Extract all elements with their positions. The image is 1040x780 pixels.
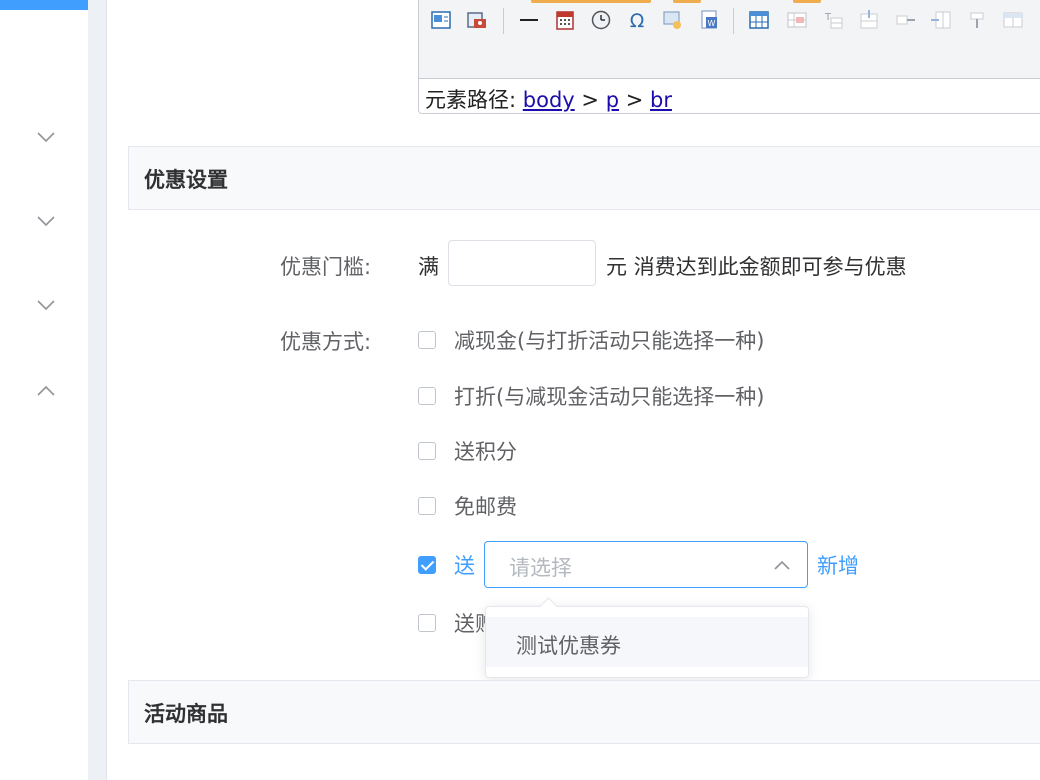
select-placeholder: 请选择 <box>509 556 572 580</box>
checkbox[interactable] <box>418 331 436 349</box>
threshold-amount-input[interactable] <box>448 240 596 286</box>
dropdown-option[interactable]: 测试优惠券 <box>486 617 808 667</box>
editor-toolbar: Ω W T <box>419 0 1040 79</box>
calendar-icon[interactable] <box>553 8 577 32</box>
svg-text:W: W <box>708 19 716 28</box>
table-icon[interactable] <box>747 8 771 32</box>
option-label: 减现金(与打折活动只能选择一种) <box>454 329 765 353</box>
add-new-link[interactable]: 新增 <box>817 550 859 580</box>
image-icon[interactable] <box>429 8 453 32</box>
dropdown-option-label: 测试优惠券 <box>516 634 621 658</box>
special-char-omega-icon[interactable]: Ω <box>625 8 649 32</box>
delete-row-icon[interactable] <box>893 8 917 32</box>
threshold-hint: 元 消费达到此金额即可参与优惠 <box>606 255 907 279</box>
option-label: 送 <box>454 554 475 578</box>
section-title: 活动商品 <box>144 702 228 726</box>
path-item-br[interactable]: br <box>650 88 672 112</box>
horizontal-rule-icon[interactable] <box>517 8 541 32</box>
option-give-coupon[interactable]: 送 <box>418 550 475 580</box>
threshold-prefix: 满 <box>418 255 439 279</box>
delete-column-icon[interactable] <box>965 8 989 32</box>
checkbox[interactable] <box>418 442 436 460</box>
chevron-down-icon[interactable] <box>36 130 56 144</box>
option-free-shipping[interactable]: 免邮费 <box>418 491 517 521</box>
chevron-down-icon[interactable] <box>36 298 56 312</box>
path-item-body[interactable]: body <box>523 88 575 112</box>
insert-caption-icon[interactable]: T <box>821 8 845 32</box>
chevron-up-icon[interactable] <box>36 384 56 398</box>
element-path-label: 元素路径: <box>425 88 517 112</box>
section-header-discount-settings: 优惠设置 <box>128 146 1040 210</box>
method-label: 优惠方式: <box>280 330 372 354</box>
section-header-activity-goods: 活动商品 <box>128 680 1040 744</box>
path-separator: > <box>581 88 599 112</box>
option-label: 送积分 <box>454 440 517 464</box>
insert-column-icon[interactable] <box>929 8 953 32</box>
checkbox[interactable] <box>418 614 436 632</box>
option-label: 打折(与减现金活动只能选择一种) <box>454 385 765 409</box>
merge-cells-icon[interactable] <box>1001 8 1025 32</box>
rich-text-editor: Ω W T 元素路径: body > p > br <box>418 0 1040 114</box>
insert-row-icon[interactable] <box>857 8 881 32</box>
sidebar-gutter <box>88 0 107 780</box>
sidebar <box>0 0 88 780</box>
option-cash-reduction[interactable]: 减现金(与打折活动只能选择一种) <box>418 325 764 355</box>
svg-text:Ω: Ω <box>630 10 645 32</box>
chevron-down-icon[interactable] <box>36 214 56 228</box>
dropdown-caret <box>539 597 558 616</box>
sidebar-active-item[interactable] <box>0 0 88 10</box>
threshold-label: 优惠门槛: <box>280 255 372 279</box>
checkbox[interactable] <box>418 497 436 515</box>
toolbar-tab-indicator <box>793 0 821 3</box>
path-separator: > <box>625 88 644 112</box>
toolbar-tab-indicator <box>531 0 651 3</box>
checkbox-checked[interactable] <box>418 556 436 574</box>
toolbar-tab-indicator <box>673 0 701 3</box>
checkbox[interactable] <box>418 387 436 405</box>
toolbar-separator <box>733 8 734 34</box>
section-title: 优惠设置 <box>144 168 228 192</box>
delete-table-icon[interactable] <box>785 8 809 32</box>
chevron-up-icon <box>774 560 790 570</box>
paste-word-icon[interactable]: W <box>697 8 721 32</box>
option-label: 免邮费 <box>454 495 517 519</box>
coupon-select[interactable]: 请选择 <box>484 541 808 588</box>
toolbar-separator <box>503 8 504 34</box>
element-path-bar: 元素路径: body > p > br <box>425 84 672 114</box>
option-discount[interactable]: 打折(与减现金活动只能选择一种) <box>418 381 764 411</box>
coupon-dropdown: 测试优惠券 <box>485 597 809 678</box>
insert-frame-icon[interactable] <box>661 8 685 32</box>
option-bonus-points[interactable]: 送积分 <box>418 436 517 466</box>
path-item-p[interactable]: p <box>606 88 619 112</box>
clock-icon[interactable] <box>589 8 613 32</box>
media-icon[interactable] <box>465 8 489 32</box>
